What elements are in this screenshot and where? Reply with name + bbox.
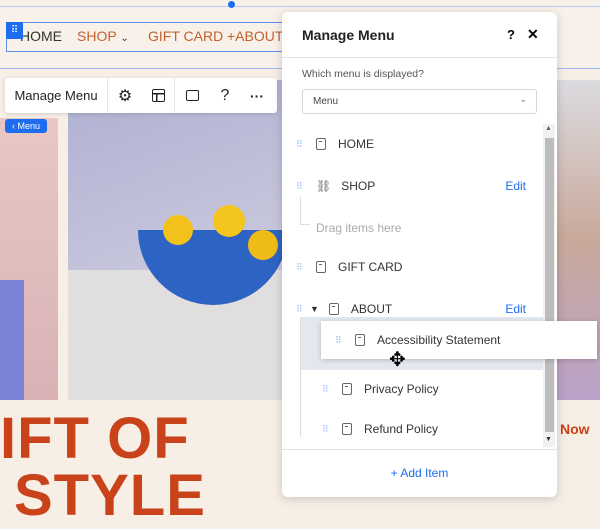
add-item-button[interactable]: + Add Item (282, 466, 557, 480)
drag-handle-icon[interactable]: ⠿ (6, 22, 23, 39)
gear-icon[interactable]: ⚙ (108, 78, 142, 113)
drag-handle-icon[interactable]: ⠿ (296, 304, 310, 315)
nav-shop-label: SHOP (77, 28, 117, 44)
divider (282, 449, 557, 450)
scroll-down-icon[interactable]: ▼ (545, 436, 552, 443)
menu-dropdown-value: Menu (313, 96, 339, 107)
page-icon (316, 261, 326, 273)
nav-home[interactable]: HOME (20, 28, 62, 44)
element-toolbar: Manage Menu ⚙ ? ··· (5, 78, 277, 113)
panel-title: Manage Menu (302, 27, 395, 43)
drag-handle-icon[interactable]: ⠿ (296, 181, 310, 192)
nav-gift-card[interactable]: GIFT CARD (148, 28, 223, 44)
edit-about-button[interactable]: Edit (505, 302, 526, 316)
drag-handle-icon[interactable]: ⠿ (335, 335, 349, 346)
item-label: Refund Policy (364, 422, 439, 436)
link-icon: ⛓ (316, 179, 332, 193)
page-icon (342, 383, 352, 395)
chevron-down-icon: ⌄ (519, 94, 527, 104)
tree-line (300, 317, 310, 437)
menu-item-shop[interactable]: ⠿ ⛓ SHOP Edit (296, 179, 526, 193)
menu-breadcrumb-badge[interactable]: ‹ Menu (5, 119, 48, 133)
guide-line (0, 6, 600, 7)
drag-handle-icon[interactable]: ⠿ (322, 384, 336, 395)
scrollbar-thumb[interactable] (545, 138, 554, 432)
dragged-item-accessibility-statement[interactable]: ⠿ Accessibility Statement (321, 321, 597, 359)
item-label: ABOUT (350, 302, 393, 316)
menu-select-label: Which menu is displayed? (302, 68, 424, 80)
drop-zone-placeholder: Drag items here (316, 221, 402, 235)
menu-item-about[interactable]: ⠿ ▼ ABOUT Edit (296, 302, 526, 316)
close-icon[interactable]: ✕ (527, 26, 539, 43)
shop-now-link[interactable]: Now (560, 421, 590, 437)
more-icon[interactable]: ··· (241, 78, 273, 113)
item-label: GIFT CARD (338, 260, 403, 274)
page-icon (316, 138, 326, 150)
move-cursor-icon: ✥ (389, 349, 406, 371)
page-icon (328, 303, 339, 315)
layout-icon[interactable] (142, 78, 174, 113)
chevron-down-icon: ⌄ (120, 33, 129, 44)
comment-icon[interactable] (175, 78, 209, 113)
expand-arrow-icon[interactable]: ▼ (310, 304, 319, 314)
help-icon[interactable]: ? (507, 27, 515, 42)
drag-handle-icon[interactable]: ⠿ (296, 262, 310, 273)
menu-dropdown[interactable]: Menu ⌄ (302, 89, 537, 114)
page-icon (355, 334, 365, 346)
drag-handle-icon[interactable]: ⠿ (296, 139, 310, 150)
drag-handle-icon[interactable]: ⠿ (322, 424, 336, 435)
tree-line (300, 197, 310, 225)
hero-image-left (0, 118, 58, 400)
item-label: Privacy Policy (364, 382, 439, 396)
menu-item-gift-card[interactable]: ⠿ GIFT CARD (296, 260, 402, 274)
manage-menu-panel: Manage Menu ? ✕ Which menu is displayed?… (282, 12, 557, 497)
menu-item-privacy-policy[interactable]: ⠿ Privacy Policy (322, 382, 439, 396)
item-label: SHOP (341, 179, 376, 193)
hero-heading-line2: STYLE (14, 463, 206, 528)
help-icon[interactable]: ? (209, 78, 241, 113)
page-icon (342, 423, 352, 435)
hero-image-bowl (68, 80, 288, 400)
item-label: HOME (338, 137, 374, 151)
edit-shop-button[interactable]: Edit (505, 179, 526, 193)
nav-about[interactable]: +ABOUT (227, 28, 283, 44)
scrollbar[interactable]: ▲ ▼ (543, 124, 555, 447)
menu-item-refund-policy[interactable]: ⠿ Refund Policy (322, 422, 438, 436)
manage-menu-button[interactable]: Manage Menu (5, 78, 107, 113)
nav-shop[interactable]: SHOP ⌄ (77, 28, 129, 44)
resize-handle[interactable] (228, 1, 235, 8)
divider (282, 57, 557, 58)
item-label: Accessibility Statement (377, 333, 501, 347)
menu-item-home[interactable]: ⠿ HOME (296, 137, 374, 151)
scroll-up-icon[interactable]: ▲ (545, 125, 552, 132)
